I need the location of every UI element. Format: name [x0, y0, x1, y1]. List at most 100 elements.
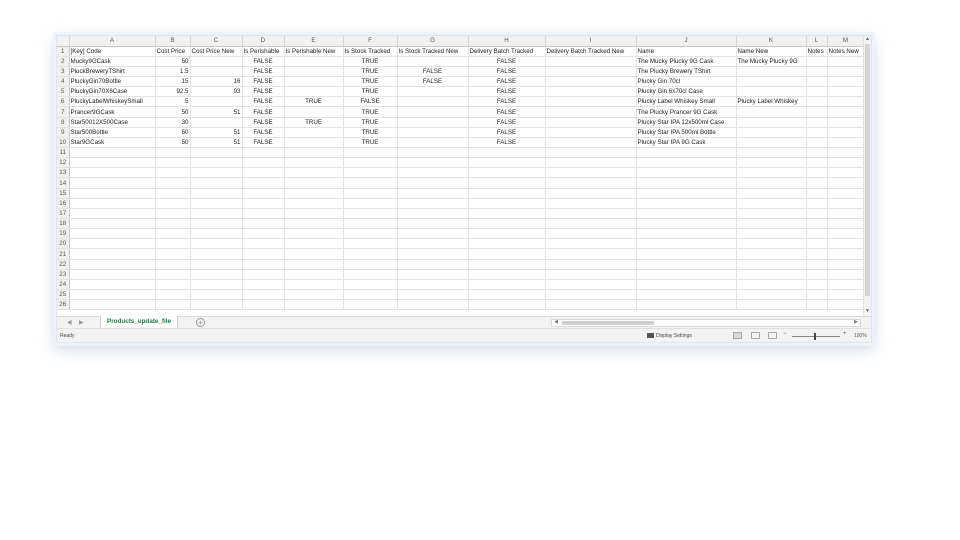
- cell[interactable]: [242, 228, 285, 240]
- cell[interactable]: [806, 106, 828, 118]
- cell[interactable]: TRUE: [343, 86, 398, 98]
- cell[interactable]: PluckyGin70X6Case: [69, 86, 156, 98]
- cell[interactable]: [468, 188, 546, 199]
- cell[interactable]: [190, 177, 243, 189]
- cell[interactable]: [636, 177, 737, 189]
- cell[interactable]: [806, 86, 828, 98]
- cell[interactable]: 50: [155, 56, 191, 67]
- cell[interactable]: [827, 56, 865, 67]
- cell[interactable]: [545, 248, 637, 260]
- column-header-e[interactable]: E: [284, 36, 344, 47]
- cell[interactable]: [545, 86, 637, 98]
- cell[interactable]: [397, 188, 469, 199]
- cell[interactable]: [545, 157, 637, 169]
- cell[interactable]: The Mucky Plucky 9G Cask: [636, 56, 737, 67]
- cell[interactable]: [242, 147, 285, 159]
- cell[interactable]: [284, 137, 344, 149]
- cell[interactable]: [190, 279, 243, 291]
- cell[interactable]: [69, 218, 156, 230]
- scroll-right-icon[interactable]: ▶: [854, 319, 858, 325]
- cell[interactable]: [284, 228, 344, 240]
- cell[interactable]: [284, 106, 344, 118]
- row-header[interactable]: 2: [57, 56, 70, 67]
- cell[interactable]: [806, 269, 828, 280]
- cell[interactable]: [827, 66, 865, 78]
- cell[interactable]: Name: [636, 46, 737, 57]
- cell[interactable]: [806, 66, 828, 78]
- cell[interactable]: FALSE: [242, 86, 285, 98]
- cell[interactable]: Notes: [806, 46, 828, 57]
- cell[interactable]: 92.5: [155, 86, 191, 98]
- cell[interactable]: [736, 177, 807, 189]
- cell[interactable]: [468, 198, 546, 209]
- cell[interactable]: [806, 76, 828, 88]
- cell[interactable]: [736, 76, 807, 88]
- cell[interactable]: 93: [190, 86, 243, 98]
- cell[interactable]: [736, 188, 807, 199]
- cell[interactable]: 50: [155, 137, 191, 149]
- row-header[interactable]: 10: [57, 137, 70, 149]
- cell[interactable]: 51: [190, 106, 243, 118]
- cell[interactable]: [242, 157, 285, 169]
- cell[interactable]: [827, 137, 865, 149]
- row-header[interactable]: 11: [57, 147, 70, 159]
- cell[interactable]: [736, 228, 807, 240]
- cell[interactable]: Star50012X500Case: [69, 117, 156, 128]
- cell[interactable]: [736, 157, 807, 169]
- cell[interactable]: [806, 218, 828, 230]
- cell[interactable]: PluckyLabelWhiskeySmall: [69, 96, 156, 108]
- cell[interactable]: [284, 208, 344, 220]
- cell[interactable]: [636, 259, 737, 270]
- cell[interactable]: [545, 279, 637, 291]
- cell[interactable]: [284, 56, 344, 67]
- cell[interactable]: [397, 117, 469, 128]
- cell[interactable]: [827, 167, 865, 179]
- cell[interactable]: [397, 259, 469, 270]
- cell[interactable]: [284, 86, 344, 98]
- cell[interactable]: [Key] Code: [69, 46, 156, 57]
- cell[interactable]: [736, 238, 807, 250]
- column-header-a[interactable]: A: [69, 36, 156, 47]
- cell[interactable]: [636, 248, 737, 260]
- cell[interactable]: [545, 167, 637, 179]
- cell[interactable]: [545, 208, 637, 220]
- cell[interactable]: FALSE: [242, 117, 285, 128]
- cell[interactable]: [827, 96, 865, 108]
- cell[interactable]: [736, 66, 807, 78]
- cell[interactable]: TRUE: [343, 76, 398, 88]
- cell[interactable]: [284, 177, 344, 189]
- cell[interactable]: [468, 208, 546, 220]
- cell[interactable]: Cost Price: [155, 46, 191, 57]
- cell[interactable]: Plucky Gin 6x70cl Case: [636, 86, 737, 98]
- cell[interactable]: 51: [190, 137, 243, 149]
- cell[interactable]: [545, 259, 637, 270]
- cell[interactable]: [343, 299, 398, 311]
- cell[interactable]: [636, 157, 737, 169]
- cell[interactable]: [827, 289, 865, 301]
- cell[interactable]: [545, 238, 637, 250]
- cell[interactable]: [827, 198, 865, 209]
- cell[interactable]: [806, 289, 828, 301]
- cell[interactable]: [545, 117, 637, 128]
- cell[interactable]: [69, 259, 156, 270]
- cell[interactable]: [397, 167, 469, 179]
- cell[interactable]: [636, 147, 737, 159]
- zoom-level[interactable]: 100%: [854, 333, 867, 339]
- row-header[interactable]: 15: [57, 188, 70, 199]
- cell[interactable]: [806, 279, 828, 291]
- cell[interactable]: [806, 208, 828, 220]
- cell[interactable]: [284, 279, 344, 291]
- cell[interactable]: [806, 238, 828, 250]
- cell[interactable]: Is Perishable New: [284, 46, 344, 57]
- cell[interactable]: FALSE: [242, 127, 285, 138]
- cell[interactable]: [343, 269, 398, 280]
- cell[interactable]: [736, 127, 807, 138]
- cell[interactable]: TRUE: [343, 127, 398, 138]
- cell[interactable]: [736, 259, 807, 270]
- cell[interactable]: [468, 259, 546, 270]
- cell[interactable]: [827, 248, 865, 260]
- cell[interactable]: [545, 147, 637, 159]
- cell[interactable]: [343, 188, 398, 199]
- cell[interactable]: [284, 127, 344, 138]
- cell[interactable]: [545, 66, 637, 78]
